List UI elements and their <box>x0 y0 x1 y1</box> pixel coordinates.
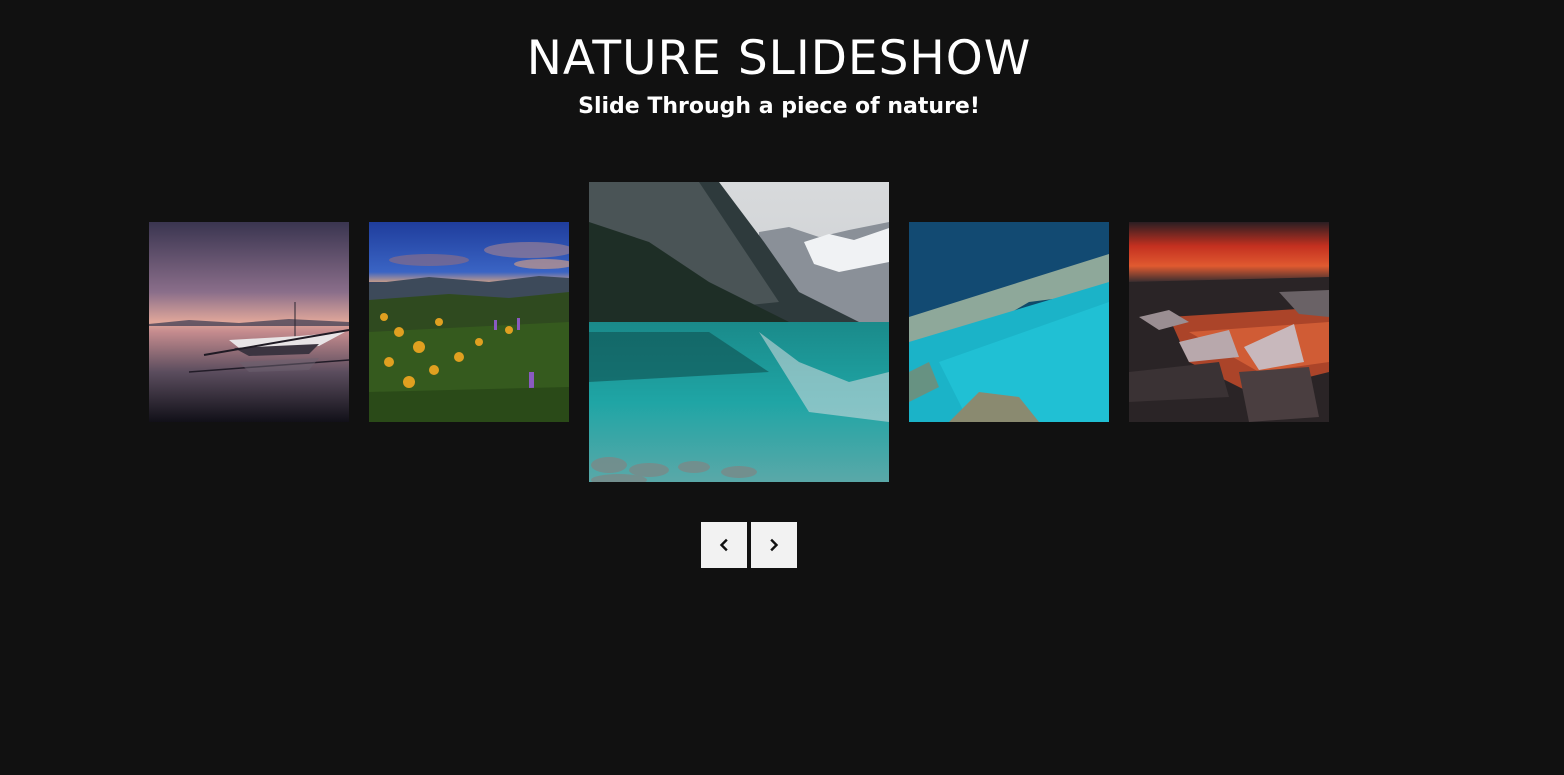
slideshow-page: NATURE SLIDESHOW Slide Through a piece o… <box>0 0 1564 775</box>
chevron-left-icon <box>719 538 728 552</box>
slide-mountain-lake[interactable] <box>589 182 889 482</box>
slide-boat-sunset[interactable] <box>149 222 349 422</box>
slide-ice-lagoon-sunset[interactable] <box>1129 222 1329 422</box>
slide-aerial-reef[interactable] <box>909 222 1109 422</box>
ice-lagoon-sunset-image <box>1129 222 1329 422</box>
boat-sunset-image <box>149 222 349 422</box>
page-subtitle: Slide Through a piece of nature! <box>578 94 980 119</box>
previous-slide-button[interactable] <box>701 522 747 568</box>
next-slide-button[interactable] <box>751 522 797 568</box>
aerial-reef-image <box>909 222 1109 422</box>
flower-meadow-image <box>369 222 569 422</box>
slide-flower-meadow[interactable] <box>369 222 569 422</box>
page-title: NATURE SLIDESHOW <box>526 31 1032 86</box>
mountain-lake-image <box>589 182 889 482</box>
chevron-right-icon <box>770 538 779 552</box>
